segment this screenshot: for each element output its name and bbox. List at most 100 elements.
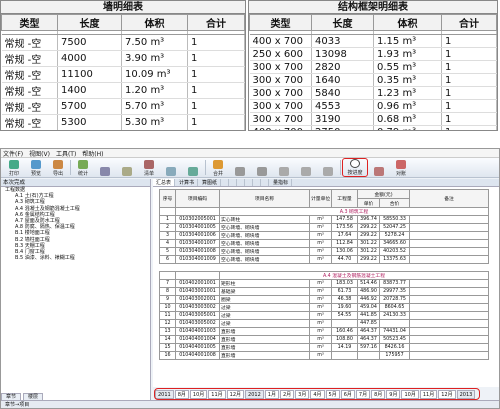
schedule-cell: 2820 — [311, 60, 374, 74]
schedule-cell: 4553 — [311, 99, 374, 113]
main-tab[interactable]: 汇总表 — [153, 179, 176, 186]
bill-cell — [409, 295, 489, 304]
bill-row[interactable]: 15 010404001005 直形墙 m³ 14.19 597.16 8426.16 — [159, 343, 489, 352]
bill-row[interactable]: 10 010403003002 过梁 m³ 19.60 459.04 8604.65 — [159, 303, 489, 312]
bill-cell: m³ — [309, 231, 332, 240]
bill-cell: 直形墙 — [219, 343, 310, 352]
main-tab[interactable] — [230, 179, 238, 186]
bill-row[interactable]: 8 010403001001 基础梁 m³ 61.73 486.90 29977.35 — [159, 287, 489, 296]
menu-item[interactable]: 文件(F) — [3, 149, 23, 158]
schedule-row: 300 x 700 3190 0.68 m³ 1 — [249, 112, 497, 126]
bill-cell: 空心砖墙、砌块墙 — [219, 247, 310, 256]
bill-cell: 16 — [159, 351, 176, 360]
schedule-cell: 5.30 m³ — [121, 114, 188, 130]
bill-cell: 173.56 — [331, 223, 358, 232]
frame-schedule-title: 结构框架明细表 — [249, 1, 497, 14]
main-tabs: 汇总表 计算书 算图纸 量指标 — [153, 179, 499, 187]
main-tab[interactable] — [238, 179, 246, 186]
bill-cell: 直形墙 — [219, 335, 310, 344]
schedule-cell: 常规 -空 — [2, 131, 58, 132]
toolbar-button[interactable] — [295, 158, 317, 177]
bill-row[interactable]: 12 010403005002 过梁 m³ 447.85 — [159, 319, 489, 328]
schedule-cell: 5300 — [57, 114, 122, 130]
toolbar-button[interactable] — [251, 158, 273, 177]
bill-cell: 74431.04 — [378, 327, 411, 336]
bill-cell: 19.60 — [331, 303, 358, 312]
bill-cell: 8604.65 — [378, 303, 411, 312]
toolbar-button[interactable] — [182, 158, 204, 177]
toolbar-button[interactable] — [160, 158, 182, 177]
bill-row[interactable]: 11 010403005001 过梁 m³ 54.55 441.85 24130.33 — [159, 311, 489, 320]
schedule-cell: 300 x 700 — [249, 60, 312, 74]
main-tab[interactable] — [222, 179, 230, 186]
bill-cell: 17.64 — [331, 231, 358, 240]
schedule-row: 常规 -空 7500 7.50 m³ 1 — [1, 34, 245, 51]
toolbar-button[interactable]: 统计 — [72, 158, 94, 177]
toolbar-button[interactable]: 导出 — [47, 158, 69, 177]
schedule-cell: 常规 -空 — [1, 82, 58, 99]
col-seq: 序号 — [159, 189, 176, 208]
toolbar-button[interactable] — [94, 158, 116, 177]
bill-cell: 175957 — [378, 351, 411, 360]
main-tab[interactable]: 计算书 — [176, 179, 199, 186]
bill-row[interactable]: 4 010304001007 空心砖墙、砌块墙 m³ 112.84 301.22 34665… — [159, 239, 489, 248]
wall-schedule-table: 类型 长度 体积 合计 常规 -空 7500 7.50 m³ 1 常规 -空 4000 3.90 … — [1, 14, 245, 132]
menu-item[interactable]: 视图(V) — [29, 149, 50, 158]
bill-row[interactable]: 7 010402001001 矩形柱 m³ 183.03 514.46 83873.77 — [159, 279, 489, 288]
status-text: 章节→项目 — [5, 402, 30, 408]
toolbar-button[interactable]: 清单 — [138, 158, 160, 177]
schedule-cell: 300 x 700 — [249, 86, 312, 100]
main-tab[interactable]: 量指标 — [270, 179, 293, 186]
bill-cell: m³ — [309, 343, 332, 352]
bill-cell: 447.85 — [357, 319, 380, 328]
toolbar-button[interactable] — [368, 158, 390, 177]
bill-row[interactable]: 5 010304001008 空心砖墙、砌块墙 m³ 130.06 301.22 40203… — [159, 247, 489, 256]
toolbar-separator — [205, 160, 206, 175]
menu-item[interactable]: 帮助(H) — [82, 149, 103, 158]
toolbar-icon — [78, 160, 88, 169]
bill-cell: 矩形柱 — [219, 279, 310, 288]
schedule-cell: 1 — [441, 73, 497, 87]
bill-row[interactable]: 14 010404001004 直形墙 m³ 108.80 464.37 50523.45 — [159, 335, 489, 344]
main-tab[interactable]: 算图纸 — [199, 179, 222, 186]
schedule-cell: 10.09 m³ — [121, 66, 188, 83]
bill-cell: 010403005001 — [175, 311, 220, 320]
toolbar-button[interactable] — [229, 158, 251, 177]
bill-cell: 441.85 — [357, 311, 380, 320]
bill-cell: 34665.60 — [378, 239, 411, 248]
schedule-cell: 250 x 600 — [249, 47, 312, 61]
bill-row[interactable]: 3 010304001006 空心砖墙、砌块墙 m³ 17.64 299.22 5278.2… — [159, 231, 489, 240]
toolbar-icon — [301, 167, 311, 176]
toolbar-button[interactable]: 打印 — [3, 158, 25, 177]
toolbar-button[interactable]: 按进度 — [342, 158, 368, 177]
toolbar-button[interactable]: 合并 — [207, 158, 229, 177]
menu-bar: 文件(F) 视图(V) 工具(T) 帮助(H) — [1, 149, 499, 158]
menu-item[interactable]: 工具(T) — [56, 149, 76, 158]
bill-row[interactable]: 13 010404001003 直形墙 m³ 160.46 464.37 74431.04 — [159, 327, 489, 336]
main-tab[interactable] — [246, 179, 254, 186]
bill-row[interactable]: 2 010304001005 空心砖墙、砌块墙 m³ 173.56 299.22 52047… — [159, 223, 489, 232]
toolbar-button[interactable] — [317, 158, 339, 177]
schedule-cell: 300 x 700 — [249, 73, 312, 87]
main-tab[interactable] — [254, 179, 262, 186]
bill-row[interactable]: 16 010404001008 直形墙 m³ 175957 — [159, 351, 489, 360]
bill-cell: 010304001007 — [175, 239, 220, 248]
toolbar-button[interactable]: 对账 — [390, 158, 412, 177]
main-tab[interactable] — [262, 179, 270, 186]
bill-cell — [409, 231, 489, 240]
schedule-row: 常规 -空 5300 5.30 m³ 1 — [1, 114, 245, 130]
schedule-cell: 6100 — [58, 131, 122, 132]
schedule-cell: 1 — [441, 34, 497, 48]
toolbar-icon — [31, 160, 41, 169]
bill-cell: m³ — [309, 327, 332, 336]
schedule-row: 常规 -空61005.90 m³1 — [2, 131, 245, 132]
tree-item[interactable]: B.5 油漆、涂料、裱糊工程 — [1, 255, 150, 261]
toolbar-button[interactable] — [273, 158, 295, 177]
toolbar-button[interactable]: 预览 — [25, 158, 47, 177]
toolbar-button[interactable] — [116, 158, 138, 177]
bill-row[interactable]: 1 010302005001 实心砖柱 m³ 147.58 396.74 58550.33 — [159, 215, 489, 224]
schedule-header: 类型 — [249, 14, 312, 31]
bill-row[interactable]: 9 010403002001 圈梁 m³ 46.38 446.92 20728.75 — [159, 295, 489, 304]
bill-row[interactable]: 6 010304001009 空心砖墙、砌块墙 m³ 44.70 299.22 13375.… — [159, 255, 489, 264]
toolbar-icon — [213, 160, 223, 169]
